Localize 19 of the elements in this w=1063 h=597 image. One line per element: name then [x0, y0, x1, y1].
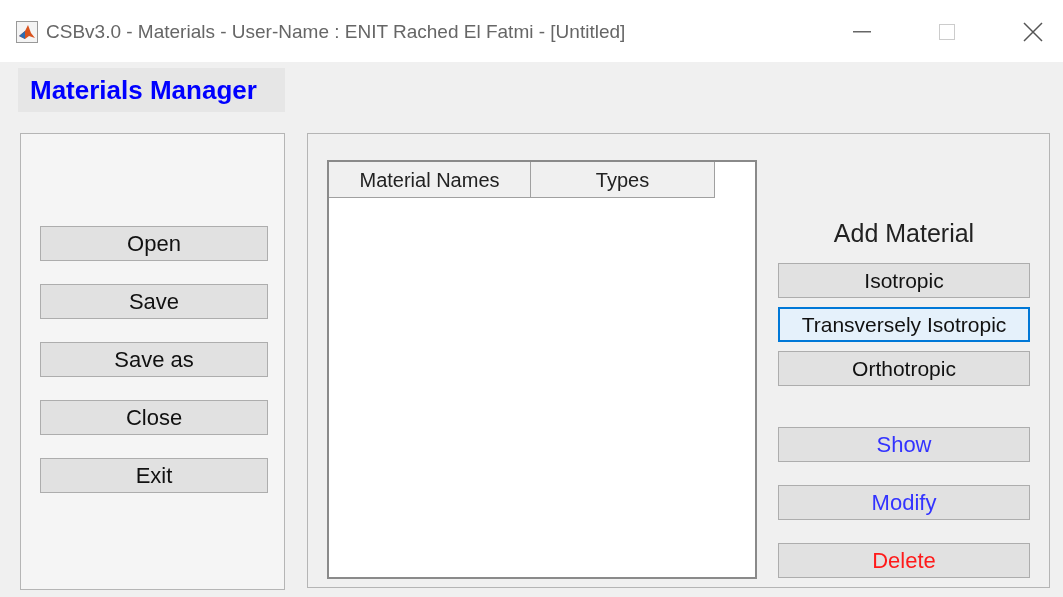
header-title: Materials Manager: [18, 68, 285, 112]
minimize-icon[interactable]: [853, 31, 871, 33]
material-type-button[interactable]: Isotropic: [778, 263, 1030, 298]
file-button[interactable]: Save: [40, 284, 268, 319]
close-icon[interactable]: [1023, 22, 1043, 42]
material-type-button[interactable]: Orthotropic: [778, 351, 1030, 386]
add-material-label: Add Material: [832, 218, 976, 250]
column-header[interactable]: Types: [531, 162, 715, 198]
action-button[interactable]: Modify: [778, 485, 1030, 520]
app-logo-icon: [16, 21, 38, 43]
window-title: CSBv3.0 - Materials - User-Name : ENIT Rached El Fatmi - [Untitled]: [46, 19, 626, 44]
action-button[interactable]: Show: [778, 427, 1030, 462]
column-header[interactable]: Material Names: [329, 162, 531, 198]
file-button[interactable]: Save as: [40, 342, 268, 377]
material-type-button[interactable]: Transversely Isotropic: [778, 307, 1030, 342]
file-button[interactable]: Close: [40, 400, 268, 435]
file-button[interactable]: Exit: [40, 458, 268, 493]
maximize-icon[interactable]: [939, 24, 955, 40]
file-button[interactable]: Open: [40, 226, 268, 261]
